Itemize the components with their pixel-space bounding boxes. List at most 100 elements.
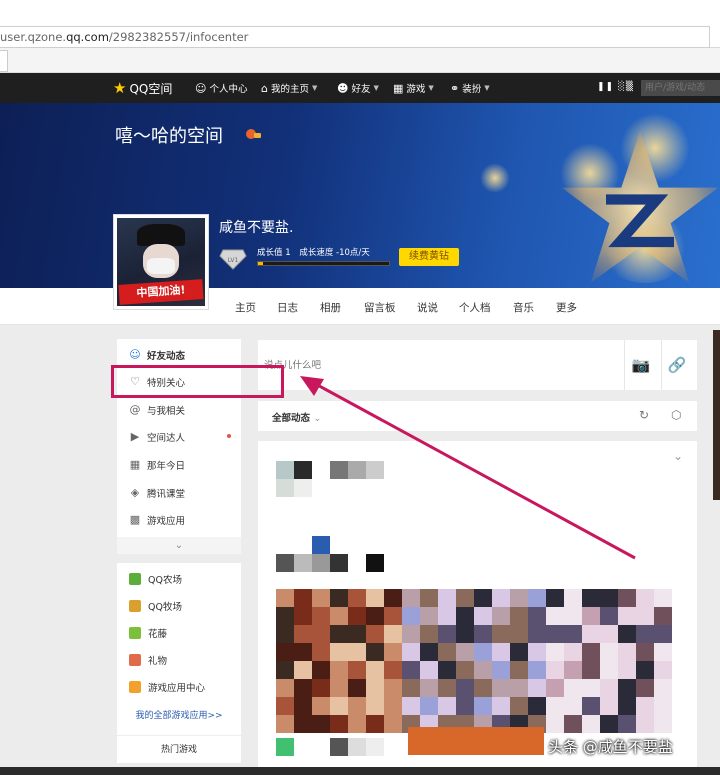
vip-badge-icon[interactable] bbox=[244, 126, 262, 140]
mosaic-tile bbox=[600, 661, 618, 679]
mosaic-tile bbox=[600, 679, 618, 697]
sidebar-item-space-expert[interactable]: ▶ 空间达人 bbox=[117, 423, 241, 450]
mosaic-tile bbox=[618, 643, 636, 661]
sidebar-item-label: 游戏应用 bbox=[147, 515, 186, 527]
mosaic-tile bbox=[636, 643, 654, 661]
mosaic-tile bbox=[582, 625, 600, 643]
sidebar-item-related-to-me[interactable]: @ 与我相关 bbox=[117, 396, 241, 423]
vine-icon bbox=[129, 626, 141, 639]
mosaic-tile bbox=[276, 715, 294, 733]
nav-decorate[interactable]: ⚭ 装扮 ▼ bbox=[450, 81, 490, 96]
game-label: 游戏应用中心 bbox=[148, 682, 206, 694]
game-item-gift[interactable]: 礼物 bbox=[117, 646, 241, 673]
toolbar-icons: ❚❚ ░▒ bbox=[597, 82, 634, 92]
mosaic-tile bbox=[294, 625, 312, 643]
space-tab-nav: 主页 日志 相册 留言板 说说 个人档 音乐 更多 bbox=[0, 288, 720, 325]
mosaic-tile bbox=[438, 607, 456, 625]
pause-icon[interactable]: ❚❚ bbox=[597, 82, 614, 92]
renew-yellow-diamond-button[interactable]: 续费黄钻 bbox=[399, 248, 459, 266]
game-item-app-center[interactable]: 游戏应用中心 bbox=[117, 673, 241, 700]
mosaic-tile bbox=[276, 607, 294, 625]
sidebar-item-tencent-class[interactable]: ◈ 腾讯课堂 bbox=[117, 479, 241, 506]
mosaic-tile bbox=[348, 661, 366, 679]
tab-blog[interactable]: 日志 bbox=[277, 300, 298, 315]
mosaic-tile bbox=[456, 679, 474, 697]
chevron-down-icon: ⌄ bbox=[174, 540, 184, 551]
mosaic-tile bbox=[492, 697, 510, 715]
mosaic-tile bbox=[636, 607, 654, 625]
sidebar-item-game-apps[interactable]: ▩ 游戏应用 bbox=[117, 506, 241, 533]
sidebar-expand-button[interactable]: ⌄ bbox=[117, 537, 241, 554]
sidebar-item-on-this-day[interactable]: ▦ 那年今日 bbox=[117, 451, 241, 478]
chevron-down-icon[interactable]: ⌄ bbox=[673, 449, 683, 463]
tab-more[interactable]: 更多 bbox=[556, 300, 577, 315]
link-icon[interactable]: 🔗 bbox=[666, 354, 688, 376]
mosaic-tile bbox=[420, 589, 438, 607]
signal-icon[interactable]: ░▒ bbox=[618, 82, 634, 92]
tab-home[interactable]: 主页 bbox=[235, 300, 256, 315]
address-bar[interactable]: user.qzone.qq.com/2982382557/infocenter bbox=[0, 26, 710, 48]
mosaic-tile bbox=[348, 589, 366, 607]
mosaic-tile bbox=[348, 643, 366, 661]
mosaic-tile bbox=[636, 679, 654, 697]
growth-progress-bar bbox=[257, 261, 390, 266]
tab-shuoshuo[interactable]: 说说 bbox=[417, 300, 438, 315]
mosaic-tile bbox=[510, 607, 528, 625]
avatar[interactable]: 中国加油! bbox=[113, 214, 209, 310]
mosaic-tile bbox=[582, 679, 600, 697]
all-games-link[interactable]: 我的全部游戏应用>> bbox=[117, 708, 241, 721]
hot-games-header[interactable]: 热门游戏 bbox=[117, 735, 241, 763]
farm-icon bbox=[129, 572, 141, 585]
mosaic-tile bbox=[312, 715, 330, 733]
mosaic-tile bbox=[564, 589, 582, 607]
avatar-mask bbox=[147, 258, 175, 274]
sidebar-item-label: 好友动态 bbox=[147, 350, 186, 362]
game-item-qq-farm[interactable]: QQ农场 bbox=[117, 565, 241, 592]
browser-tab[interactable] bbox=[0, 50, 8, 72]
sidebar-item-friends-feed[interactable]: ☺ 好友动态 bbox=[117, 341, 241, 368]
taskbar-strip bbox=[0, 767, 720, 775]
mosaic-tile bbox=[654, 697, 672, 715]
home-icon: ⌂ bbox=[261, 81, 268, 95]
nav-friends[interactable]: ☻ 好友 ▼ bbox=[337, 81, 379, 96]
mosaic-tile bbox=[402, 679, 420, 697]
mosaic-tile bbox=[564, 679, 582, 697]
annotation-arrow bbox=[300, 376, 636, 560]
avatar-hat bbox=[137, 224, 185, 246]
search-input[interactable] bbox=[641, 80, 720, 96]
mosaic-tile bbox=[366, 607, 384, 625]
grid-icon: ▦ bbox=[393, 81, 404, 95]
mosaic-tile bbox=[330, 679, 348, 697]
mosaic-tile bbox=[366, 589, 384, 607]
nav-personal-center[interactable]: ☺ 个人中心 bbox=[195, 81, 247, 96]
level-diamond-icon[interactable]: LV1 bbox=[219, 244, 247, 270]
mosaic-tile bbox=[474, 625, 492, 643]
mosaic-tile bbox=[600, 607, 618, 625]
mosaic-tile bbox=[546, 607, 564, 625]
mosaic-tile bbox=[564, 715, 582, 733]
mosaic-tile bbox=[546, 715, 564, 733]
tab-message-board[interactable]: 留言板 bbox=[364, 300, 396, 315]
mosaic-tile bbox=[636, 697, 654, 715]
settings-icon[interactable]: ⬡ bbox=[671, 408, 681, 422]
qzone-logo[interactable]: ★ QQ空间 bbox=[113, 79, 172, 97]
mosaic-tile bbox=[474, 643, 492, 661]
star-logo-icon: ★ bbox=[113, 78, 127, 97]
mosaic-tile bbox=[384, 679, 402, 697]
game-item-flower-vine[interactable]: 花藤 bbox=[117, 619, 241, 646]
mosaic-tile bbox=[420, 643, 438, 661]
game-item-qq-ranch[interactable]: QQ牧场 bbox=[117, 592, 241, 619]
nav-my-home[interactable]: ⌂ 我的主页 ▼ bbox=[261, 81, 317, 96]
mosaic-tile bbox=[294, 589, 312, 607]
nav-games[interactable]: ▦ 游戏 ▼ bbox=[393, 81, 434, 96]
mosaic-tile bbox=[348, 697, 366, 715]
username[interactable]: 咸鱼不要盐. bbox=[219, 217, 293, 237]
mosaic-tile bbox=[456, 607, 474, 625]
mosaic-tile bbox=[546, 661, 564, 679]
mosaic-tile bbox=[510, 679, 528, 697]
tab-music[interactable]: 音乐 bbox=[513, 300, 534, 315]
mosaic-tile bbox=[312, 697, 330, 715]
calendar-icon: ▦ bbox=[129, 458, 141, 471]
tab-album[interactable]: 相册 bbox=[320, 300, 341, 315]
tab-profile[interactable]: 个人档 bbox=[459, 300, 491, 315]
